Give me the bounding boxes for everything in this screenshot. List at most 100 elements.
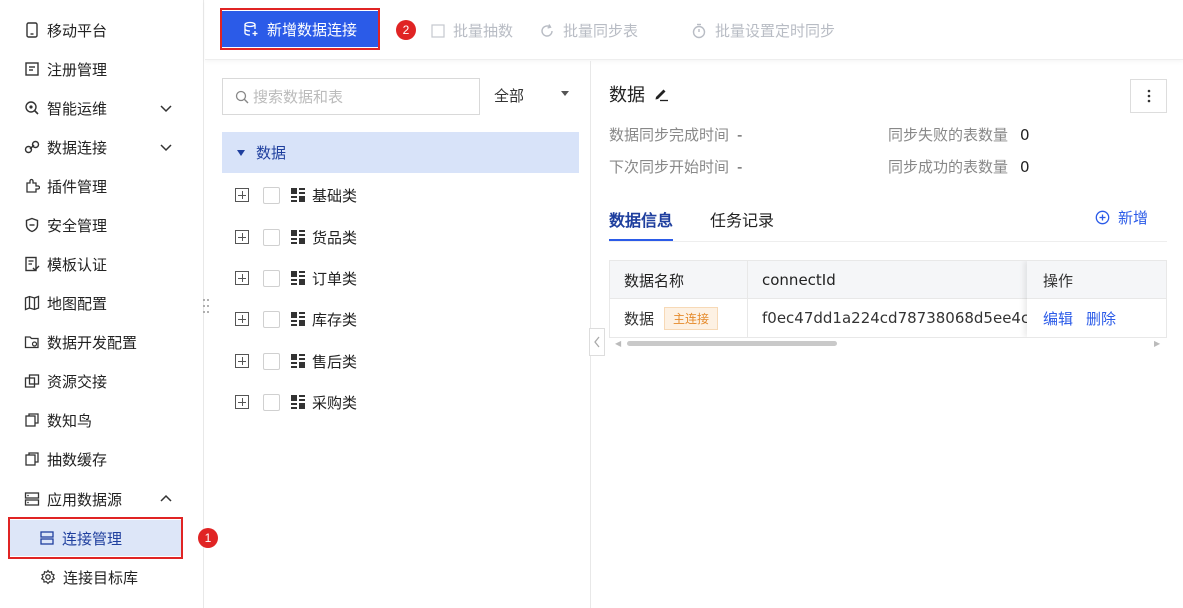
tree-node[interactable]: 货品类	[235, 225, 357, 249]
table-grid-icon	[290, 229, 306, 245]
batch-extract-button[interactable]: 批量抽数	[431, 20, 513, 41]
column-header-operations: 操作	[1043, 271, 1074, 290]
tree-node-checkbox[interactable]	[263, 269, 280, 287]
tree-node-label: 货品类	[312, 228, 358, 247]
cache-icon	[24, 451, 40, 467]
sidebar-subitem-connection-target[interactable]: 连接目标库	[0, 559, 204, 595]
search-icon	[235, 90, 249, 104]
dev-config-icon	[24, 334, 40, 350]
edit-pen-icon[interactable]	[653, 86, 669, 102]
sidebar-item-register[interactable]: 注册管理	[0, 51, 204, 87]
refresh-icon	[539, 23, 555, 39]
expand-icon[interactable]	[235, 188, 249, 202]
chevron-left-icon	[594, 336, 600, 348]
tree-root-node[interactable]: 数据	[222, 132, 579, 173]
batch-schedule-button[interactable]: 批量设置定时同步	[691, 20, 835, 41]
handover-icon	[24, 373, 40, 389]
tree-node[interactable]: 库存类	[235, 307, 357, 331]
sidebar-item-resource-handover[interactable]: 资源交接	[0, 363, 204, 399]
success-label: 同步成功的表数量	[888, 158, 1009, 176]
map-icon	[24, 295, 40, 311]
table-cell-name: 数据 主连接	[624, 299, 719, 337]
sidebar-item-mobile-platform[interactable]: 移动平台	[0, 12, 204, 48]
tree-node-checkbox[interactable]	[263, 310, 280, 328]
expand-icon[interactable]	[235, 271, 249, 285]
sidebar-item-plugin[interactable]: 插件管理	[0, 168, 204, 204]
table-cell-operations: 编辑 删除	[1043, 299, 1116, 337]
sidebar-item-security[interactable]: 安全管理	[0, 207, 204, 243]
sidebar-item-label: 注册管理	[47, 60, 108, 79]
collapse-panel-button[interactable]	[589, 328, 605, 356]
register-icon	[24, 61, 40, 77]
search-input[interactable]: 搜索数据和表	[222, 78, 480, 115]
tree-node-checkbox[interactable]	[263, 393, 280, 411]
tree-node[interactable]: 售后类	[235, 349, 357, 373]
sidebar-item-data-dev-config[interactable]: 数据开发配置	[0, 324, 204, 360]
main-connection-tag: 主连接	[664, 306, 719, 330]
tree-node[interactable]: 订单类	[235, 266, 357, 290]
tree-node-label: 基础类	[312, 186, 358, 205]
batch-sync-button[interactable]: 批量同步表	[539, 20, 638, 41]
expand-icon[interactable]	[235, 312, 249, 326]
horizontal-scrollbar[interactable]: ◀ ▶	[609, 338, 1167, 348]
expand-icon[interactable]	[235, 354, 249, 368]
tree-node-label: 订单类	[312, 269, 358, 288]
sidebar-item-template-auth[interactable]: 模板认证	[0, 246, 204, 282]
search-placeholder: 搜索数据和表	[253, 88, 344, 106]
sidebar-item-label: 安全管理	[47, 216, 108, 235]
bird-icon	[24, 412, 40, 428]
sidebar-item-extract-cache[interactable]: 抽数缓存	[0, 441, 204, 477]
annotation-highlight-box	[220, 8, 380, 50]
scrollbar-thumb[interactable]	[627, 341, 837, 346]
edit-link[interactable]: 编辑	[1043, 308, 1073, 329]
delete-link[interactable]: 删除	[1086, 308, 1116, 329]
sync-done-time: 数据同步完成时间 -	[609, 124, 742, 145]
success-table-count: 同步成功的表数量 0	[888, 156, 1030, 177]
gear-icon	[40, 569, 56, 585]
sidebar-item-shuzhiniao[interactable]: 数知鸟	[0, 402, 204, 438]
batch-extract-label: 批量抽数	[453, 22, 514, 40]
link-icon	[24, 139, 40, 155]
sidebar-item-data-connection[interactable]: 数据连接	[0, 129, 204, 165]
next-sync-time: 下次同步开始时间 -	[609, 156, 742, 177]
more-options-button[interactable]	[1130, 79, 1167, 113]
caret-down-icon	[561, 91, 569, 96]
add-button[interactable]: 新增	[1095, 207, 1148, 228]
expand-icon[interactable]	[235, 230, 249, 244]
chevron-up-icon	[158, 491, 174, 507]
tab-task-records[interactable]: 任务记录	[710, 207, 774, 231]
table-grid-icon	[290, 311, 306, 327]
sidebar-item-map-config[interactable]: 地图配置	[0, 285, 204, 321]
tab-data-info[interactable]: 数据信息	[609, 207, 673, 231]
tree-node[interactable]: 采购类	[235, 390, 357, 414]
tab-active-indicator	[609, 239, 673, 241]
failed-label: 同步失败的表数量	[888, 126, 1009, 144]
expand-icon[interactable]	[235, 395, 249, 409]
failed-value: 0	[1020, 126, 1030, 144]
tree-node-label: 采购类	[312, 393, 358, 412]
sidebar-item-label: 抽数缓存	[47, 450, 108, 469]
sidebar-item-label: 地图配置	[47, 294, 108, 313]
sidebar-item-label: 应用数据源	[47, 490, 123, 509]
mobile-icon	[24, 22, 40, 38]
shield-icon	[24, 217, 40, 233]
tree-node-checkbox[interactable]	[263, 186, 280, 204]
tree-node-checkbox[interactable]	[263, 228, 280, 246]
scroll-right-icon[interactable]: ▶	[1154, 339, 1160, 348]
timer-icon	[691, 23, 707, 39]
tree-node[interactable]: 基础类	[235, 183, 357, 207]
sidebar-item-smart-ops[interactable]: 智能运维	[0, 90, 204, 126]
filter-select[interactable]: 全部	[494, 85, 576, 106]
failed-table-count: 同步失败的表数量 0	[888, 124, 1030, 145]
success-value: 0	[1020, 158, 1030, 176]
datasource-icon	[24, 491, 40, 507]
data-name-value: 数据	[624, 309, 655, 328]
detail-title: 数据	[609, 81, 669, 107]
table-cell-connect-id: f0ec47dd1a224cd78738068d5ee4c75e	[762, 309, 1058, 327]
scroll-left-icon[interactable]: ◀	[615, 339, 621, 348]
sidebar-item-label: 移动平台	[47, 21, 108, 40]
tree-node-checkbox[interactable]	[263, 352, 280, 370]
next-sync-value: -	[737, 158, 743, 176]
column-header-connect-id: connectId	[762, 271, 836, 289]
sidebar-item-app-datasource[interactable]: 应用数据源	[0, 481, 204, 517]
